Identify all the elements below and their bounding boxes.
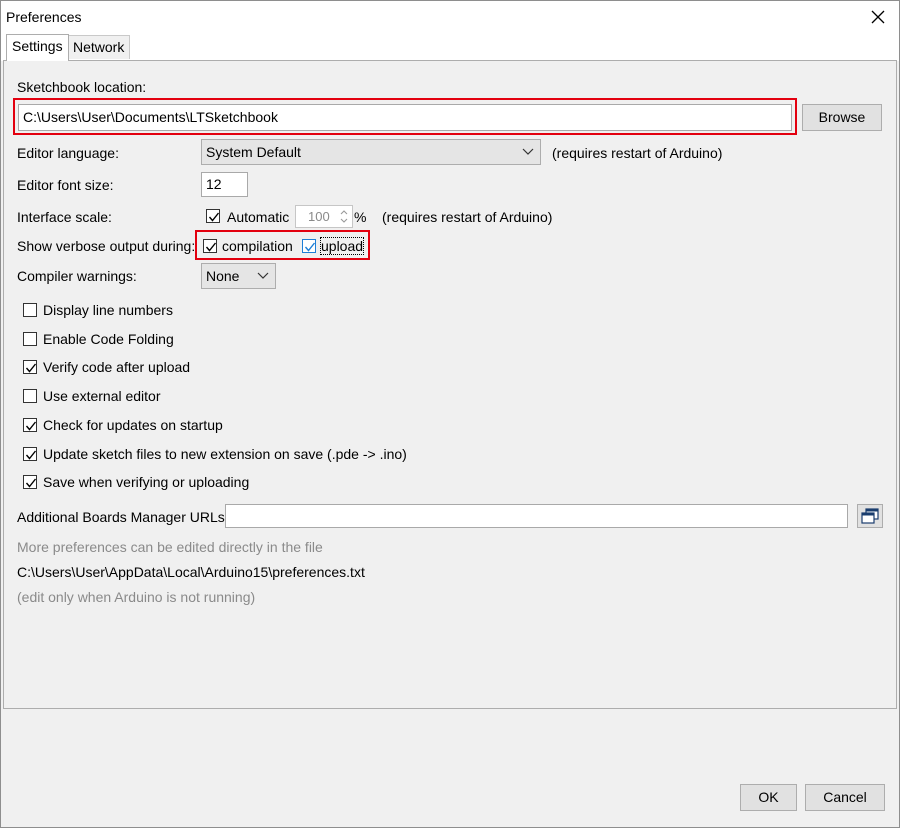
- editor-language-select[interactable]: System Default: [201, 139, 541, 165]
- title-bar: Preferences: [1, 1, 899, 33]
- close-button[interactable]: [867, 6, 889, 28]
- editor-language-note: (requires restart of Arduino): [552, 145, 723, 161]
- browse-button[interactable]: Browse: [802, 104, 882, 131]
- ok-button[interactable]: OK: [740, 784, 797, 811]
- close-icon: [871, 10, 885, 24]
- boards-manager-input[interactable]: [225, 504, 848, 528]
- checkmark-icon: [25, 363, 37, 373]
- option-checkbox[interactable]: [23, 360, 37, 374]
- tab-strip: [1, 33, 899, 61]
- sketchbook-input[interactable]: C:\Users\User\Documents\LTSketchbook: [18, 104, 792, 131]
- interface-scale-label: Interface scale:: [17, 209, 112, 225]
- editor-language-label: Editor language:: [17, 145, 119, 161]
- boards-manager-edit-button[interactable]: [857, 504, 883, 528]
- tab-label: Settings: [12, 38, 63, 54]
- tab-network[interactable]: Network: [67, 35, 131, 59]
- upload-label: upload: [319, 237, 365, 255]
- chevron-down-icon: [257, 272, 269, 279]
- tab-label: Network: [73, 39, 125, 55]
- tab-settings[interactable]: Settings: [6, 34, 69, 61]
- checkmark-icon: [304, 242, 316, 252]
- boards-manager-label: Additional Boards Manager URLs:: [17, 509, 229, 525]
- spinner-arrows-icon[interactable]: [339, 208, 349, 225]
- more-preferences-text: More preferences can be edited directly …: [17, 539, 323, 555]
- checkmark-icon: [205, 242, 217, 252]
- automatic-checkbox[interactable]: [206, 209, 220, 223]
- cancel-button[interactable]: Cancel: [805, 784, 885, 811]
- option-checkbox[interactable]: [23, 418, 37, 432]
- option-checkbox[interactable]: [23, 447, 37, 461]
- chevron-down-icon: [522, 148, 534, 155]
- option-label: Enable Code Folding: [43, 331, 174, 347]
- window-edit-icon: [861, 508, 879, 524]
- option-checkbox[interactable]: [23, 332, 37, 346]
- upload-checkbox[interactable]: [302, 239, 316, 253]
- checkmark-icon: [25, 421, 37, 431]
- checkmark-icon: [25, 450, 37, 460]
- settings-panel: Sketchbook location: C:\Users\User\Docum…: [3, 60, 897, 709]
- option-label: Use external editor: [43, 388, 161, 404]
- option-label: Display line numbers: [43, 302, 173, 318]
- compilation-checkbox[interactable]: [203, 239, 217, 253]
- compilation-label: compilation: [222, 238, 293, 254]
- scale-value: 100: [308, 209, 330, 224]
- compiler-warnings-value: None: [206, 268, 240, 284]
- verbose-label: Show verbose output during:: [17, 238, 196, 254]
- option-label: Save when verifying or uploading: [43, 474, 250, 490]
- option-checkbox[interactable]: [23, 389, 37, 403]
- font-size-input[interactable]: 12: [201, 172, 248, 197]
- window-title: Preferences: [6, 9, 82, 25]
- option-label: Verify code after upload: [43, 359, 191, 375]
- automatic-label: Automatic: [227, 209, 290, 225]
- checkmark-icon: [25, 478, 37, 488]
- sketchbook-label: Sketchbook location:: [17, 79, 147, 95]
- compiler-warnings-label: Compiler warnings:: [17, 268, 137, 284]
- preferences-path: C:\Users\User\AppData\Local\Arduino15\pr…: [17, 564, 365, 580]
- interface-scale-note: (requires restart of Arduino): [382, 209, 553, 225]
- option-checkbox[interactable]: [23, 303, 37, 317]
- option-label: Check for updates on startup: [43, 417, 223, 433]
- scale-spinner[interactable]: 100: [295, 205, 353, 228]
- compiler-warnings-select[interactable]: None: [201, 263, 276, 289]
- preferences-window: Preferences Settings Network Sketchbook …: [0, 0, 900, 828]
- checkmark-icon: [208, 212, 220, 222]
- option-label: Update sketch files to new extension on …: [43, 446, 407, 462]
- font-size-label: Editor font size:: [17, 177, 114, 193]
- editor-language-value: System Default: [206, 144, 301, 160]
- option-checkbox[interactable]: [23, 475, 37, 489]
- scale-unit: %: [354, 209, 367, 225]
- edit-note: (edit only when Arduino is not running): [17, 589, 256, 605]
